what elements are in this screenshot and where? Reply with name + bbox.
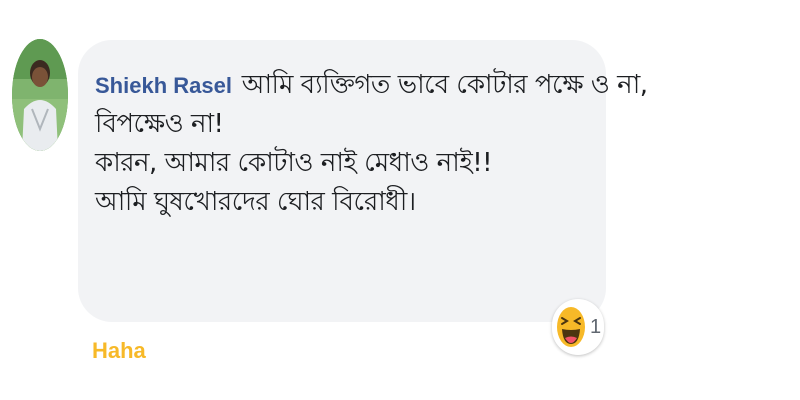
reaction-summary[interactable]: 1 — [552, 299, 604, 355]
comment-line: Shiekh Rasel আমি ব্যক্তিগত ভাবে কোটার পক… — [95, 66, 648, 105]
avatar[interactable] — [12, 39, 68, 151]
reaction-count: 1 — [590, 315, 602, 338]
comment-text-line: আমি ব্যক্তিগত ভাবে কোটার পক্ষে ও না, — [241, 70, 648, 100]
comment-bubble: Shiekh Rasel আমি ব্যক্তিগত ভাবে কোটার পক… — [78, 40, 648, 322]
author-name-link[interactable]: Shiekh Rasel — [95, 73, 232, 98]
comment-text-line: কারন, আমার কোটাও নাই মেধাও নাই!! — [95, 148, 493, 178]
comment-body: Shiekh Rasel আমি ব্যক্তিগত ভাবে কোটার পক… — [95, 66, 648, 222]
profile-photo — [12, 39, 68, 151]
haha-reaction-link[interactable]: Haha — [92, 338, 146, 364]
comment-text-line: বিপক্ষেও না! — [95, 109, 224, 139]
comment-text-line: আমি ঘুষখোরদের ঘোর বিরোধী। — [95, 187, 416, 217]
comment-thread: Shiekh Rasel আমি ব্যক্তিগত ভাবে কোটার পক… — [0, 0, 800, 400]
haha-emoji-icon — [557, 307, 585, 347]
